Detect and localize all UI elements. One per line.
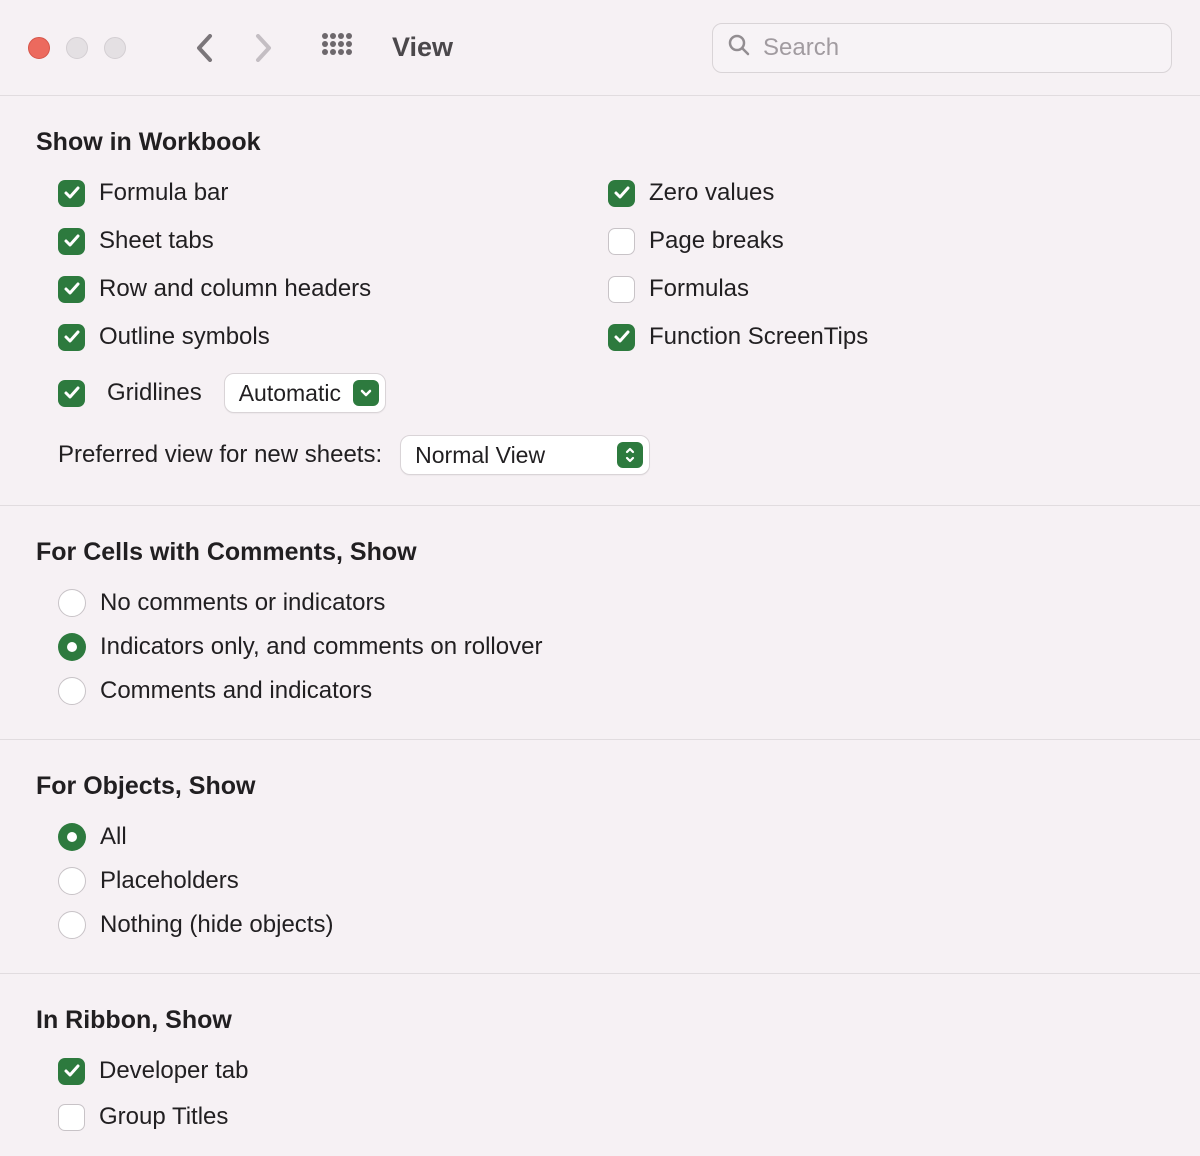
dropdown-value: Normal View [415,442,605,469]
window-close-button[interactable] [28,37,50,59]
checkbox-icon [608,180,635,207]
radio-icon [58,823,86,851]
checkbox-label: Function ScreenTips [649,323,868,351]
checkbox-icon [608,324,635,351]
checkbox-icon [58,1104,85,1131]
preferred-view-label: Preferred view for new sheets: [58,441,382,469]
preferences-window: View Show in Workbook Formula bar [0,0,1200,1156]
section-comments: For Cells with Comments, Show No comment… [0,506,1200,740]
show-all-button[interactable] [320,31,354,65]
checkbox-icon [608,276,635,303]
nav-buttons [190,33,278,63]
view-panel: Show in Workbook Formula bar Sheet tabs [0,96,1200,1156]
heading-ribbon: In Ribbon, Show [36,1006,1164,1035]
checkbox-icon [58,324,85,351]
search-icon [727,33,751,63]
checkbox-zero-values[interactable]: Zero values [586,175,1164,211]
updown-icon [617,442,643,468]
checkbox-icon [58,276,85,303]
search-input[interactable] [761,33,1157,63]
radio-label: All [100,823,127,851]
heading-objects: For Objects, Show [36,772,1164,801]
radio-icon [58,589,86,617]
radio-label: No comments or indicators [100,589,385,617]
checkbox-label: Row and column headers [99,275,371,303]
checkbox-label: Page breaks [649,227,784,255]
checkbox-label: Developer tab [99,1057,248,1085]
heading-show-in-workbook: Show in Workbook [36,128,1164,157]
back-button[interactable] [190,33,220,63]
radio-comments-both[interactable]: Comments and indicators [36,673,1164,709]
checkbox-row-column-headers[interactable]: Row and column headers [36,271,576,307]
chevron-down-icon [353,380,379,406]
dropdown-value: Automatic [239,380,341,407]
radio-icon [58,867,86,895]
radio-label: Indicators only, and comments on rollove… [100,633,542,661]
window-zoom-button[interactable] [104,37,126,59]
preferred-view-dropdown[interactable]: Normal View [400,435,650,475]
checkbox-page-breaks[interactable]: Page breaks [586,223,1164,259]
checkbox-gridlines[interactable] [58,380,85,407]
checkbox-icon [58,228,85,255]
search-field[interactable] [712,23,1172,73]
page-title: View [392,32,453,63]
checkbox-label: Gridlines [107,379,202,407]
checkbox-outline-symbols[interactable]: Outline symbols [36,319,576,355]
checkbox-group-titles[interactable]: Group Titles [36,1099,1164,1135]
checkbox-label: Outline symbols [99,323,270,351]
window-minimize-button[interactable] [66,37,88,59]
heading-comments: For Cells with Comments, Show [36,538,1164,567]
checkbox-label: Group Titles [99,1103,228,1131]
checkbox-label: Formulas [649,275,749,303]
radio-label: Nothing (hide objects) [100,911,333,939]
radio-icon [58,633,86,661]
checkbox-gridlines-row: Gridlines Automatic [36,373,576,413]
checkbox-formula-bar[interactable]: Formula bar [36,175,576,211]
checkbox-label: Formula bar [99,179,228,207]
checkbox-label: Zero values [649,179,774,207]
section-ribbon: In Ribbon, Show Developer tab Group Titl… [0,974,1200,1156]
radio-objects-all[interactable]: All [36,819,1164,855]
checkbox-developer-tab[interactable]: Developer tab [36,1053,1164,1089]
radio-comments-indicators[interactable]: Indicators only, and comments on rollove… [36,629,1164,665]
section-objects: For Objects, Show All Placeholders Nothi… [0,740,1200,974]
checkbox-formulas[interactable]: Formulas [586,271,1164,307]
radio-label: Comments and indicators [100,677,372,705]
radio-icon [58,911,86,939]
section-show-in-workbook: Show in Workbook Formula bar Sheet tabs [0,96,1200,506]
checkbox-icon [58,1058,85,1085]
gridlines-color-dropdown[interactable]: Automatic [224,373,386,413]
traffic-lights [28,37,126,59]
radio-objects-nothing[interactable]: Nothing (hide objects) [36,907,1164,943]
titlebar: View [0,0,1200,96]
forward-button[interactable] [248,33,278,63]
checkbox-icon [58,180,85,207]
radio-icon [58,677,86,705]
checkbox-sheet-tabs[interactable]: Sheet tabs [36,223,576,259]
radio-comments-none[interactable]: No comments or indicators [36,585,1164,621]
checkbox-label: Sheet tabs [99,227,214,255]
radio-label: Placeholders [100,867,239,895]
radio-objects-placeholders[interactable]: Placeholders [36,863,1164,899]
checkbox-icon [608,228,635,255]
checkbox-function-screentips[interactable]: Function ScreenTips [586,319,1164,355]
